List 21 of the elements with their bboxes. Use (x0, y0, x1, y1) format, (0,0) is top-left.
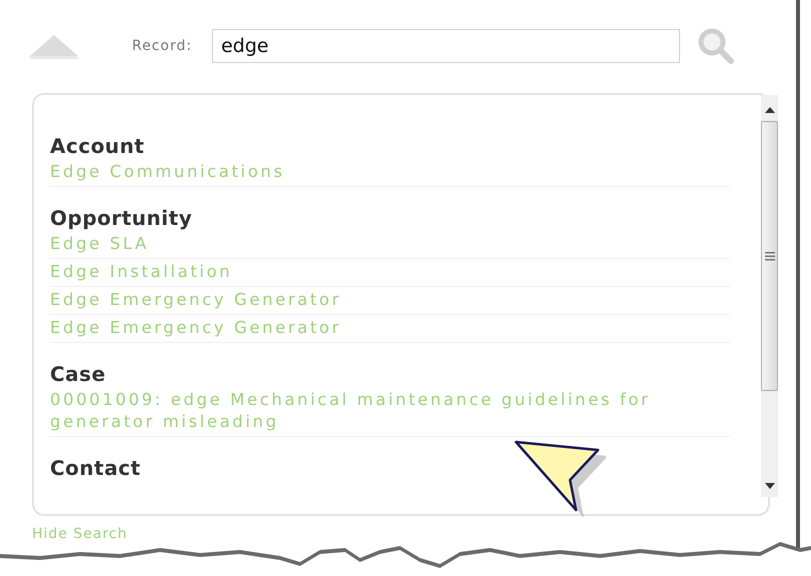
result-link[interactable]: Edge SLA (50, 231, 730, 259)
group-heading: Case (50, 361, 107, 387)
scroll-up-icon[interactable] (764, 107, 774, 113)
result-link[interactable]: Edge Installation (50, 259, 730, 287)
grip-icon (764, 252, 774, 260)
group-heading: Opportunity (50, 205, 194, 231)
search-field[interactable]: edge (212, 29, 680, 63)
scroll-down-icon[interactable] (764, 483, 774, 489)
cursor-icon (514, 440, 606, 518)
collapse-icon[interactable] (28, 32, 80, 60)
record-label: Record: (132, 38, 192, 54)
group-heading: Account (50, 133, 146, 159)
group-heading: Contact (50, 455, 142, 481)
result-link[interactable]: Edge Emergency Generator (50, 315, 730, 343)
result-link[interactable]: Edge Communications (50, 159, 730, 187)
result-link[interactable]: 00001009: edge Mechanical maintenance guidelines for generator misleading (50, 387, 730, 437)
scrollbar[interactable] (761, 95, 778, 497)
hide-search-link[interactable]: Hide Search (32, 526, 796, 542)
scroll-thumb[interactable] (761, 121, 778, 391)
result-link[interactable]: Edge Emergency Generator (50, 287, 730, 315)
search-icon[interactable] (696, 26, 736, 66)
